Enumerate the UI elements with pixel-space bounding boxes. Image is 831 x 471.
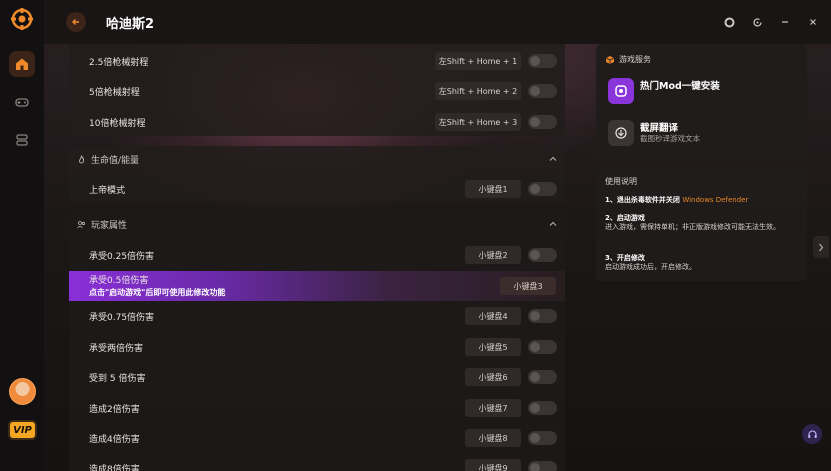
toggle-switch[interactable] (528, 340, 557, 354)
usage-hint: 点击"启动游戏"后即可使用此修改功能 (89, 288, 226, 297)
toggle-switch[interactable] (528, 84, 557, 98)
table-row: 造成8倍伤害 小键盘9 (69, 453, 565, 471)
headset-icon (807, 429, 817, 438)
mod-icon (608, 78, 634, 104)
usage-guide-card: 使用说明 1、退出杀毒软件并关闭 Windows Defender 2、启动游戏… (596, 167, 807, 281)
group-title: 玩家属性 (91, 220, 128, 231)
group-header[interactable]: 玩家属性 (69, 213, 565, 235)
group-title: 生命值/能量 (91, 155, 140, 166)
gamepad-icon (15, 98, 29, 107)
hotkey-badge[interactable]: 小键盘2 (465, 246, 521, 264)
header: 哈迪斯2 (44, 0, 831, 44)
minimize-icon (782, 21, 788, 23)
support-button[interactable] (802, 424, 822, 444)
circle-icon (724, 17, 734, 27)
table-row: 5倍枪械射程 左Shift + Home + 2 (69, 76, 565, 106)
chevron-right-icon (819, 243, 824, 251)
hotkey-badge[interactable]: 小键盘3 (500, 277, 556, 295)
refresh-button[interactable] (749, 14, 765, 30)
refresh-icon (752, 17, 762, 26)
hotkey-badge[interactable]: 小键盘4 (465, 307, 521, 325)
toggle-switch[interactable] (528, 431, 557, 445)
weapon-range-group: 2.5倍枪械射程 左Shift + Home + 1 5倍枪械射程 左Shift… (69, 44, 565, 136)
sidebar: VIP (0, 0, 44, 471)
guide-step-2: 2、启动游戏 进入游戏，需保持单机；非正版游戏修改可能无法生效。 (605, 214, 780, 231)
avatar[interactable] (9, 378, 36, 405)
app-logo-icon (11, 8, 33, 30)
page-title: 哈迪斯2 (106, 17, 155, 32)
minimize-button[interactable] (777, 14, 793, 30)
arrow-left-icon (72, 19, 79, 25)
table-row: 10倍枪械射程 左Shift + Home + 3 (69, 107, 565, 137)
player-attributes-group: 玩家属性 承受0.25倍伤害 小键盘2 承受0.5倍伤害 点击"启动游戏"后即可… (69, 210, 565, 471)
chevron-up-icon[interactable] (549, 155, 557, 165)
mod-install-service[interactable]: 热门Mod一键安装 (608, 78, 798, 106)
record-button[interactable] (721, 14, 737, 30)
mod-list-panel: 2.5倍枪械射程 左Shift + Home + 1 5倍枪械射程 左Shift… (69, 44, 565, 471)
hotkey-badge[interactable]: 小键盘5 (465, 338, 521, 356)
hotkey-badge[interactable]: 小键盘6 (465, 368, 521, 386)
toggle-switch[interactable] (528, 370, 557, 384)
guide-step-3: 3、开启修改 启动游戏成功后，开启修改。 (605, 254, 696, 271)
table-row: 上帝模式 小键盘1 (69, 174, 565, 204)
toggle-switch[interactable] (528, 248, 557, 262)
toggle-switch[interactable] (528, 115, 557, 129)
hotkey-badge[interactable]: 小键盘9 (465, 459, 521, 471)
table-row: 承受0.25倍伤害 小键盘2 (69, 240, 565, 270)
table-row: 受到 5 倍伤害 小键盘6 (69, 362, 565, 392)
table-row: 造成4倍伤害 小键盘8 (69, 423, 565, 453)
toggle-switch[interactable] (528, 461, 557, 471)
users-icon (77, 219, 87, 229)
screenshot-translate-service[interactable]: 截屏翻译 截图秒译游戏文本 (608, 120, 798, 148)
hotkey-badge[interactable]: 左Shift + Home + 1 (435, 52, 521, 70)
table-row: 2.5倍枪械射程 左Shift + Home + 1 (69, 46, 565, 76)
database-icon (16, 134, 28, 146)
hotkey-badge[interactable]: 小键盘8 (465, 429, 521, 447)
hotkey-badge[interactable]: 左Shift + Home + 2 (435, 82, 521, 100)
toggle-switch[interactable] (528, 401, 557, 415)
hotkey-badge[interactable]: 小键盘7 (465, 399, 521, 417)
table-row-disabled-notice: 承受0.5倍伤害 点击"启动游戏"后即可使用此修改功能 小键盘3 (69, 271, 565, 301)
close-icon (810, 19, 816, 25)
translate-icon (608, 120, 634, 146)
vip-badge[interactable]: VIP (8, 420, 37, 440)
hotkey-badge[interactable]: 左Shift + Home + 3 (435, 113, 521, 131)
guide-title: 使用说明 (605, 177, 637, 186)
hotkey-badge[interactable]: 小键盘1 (465, 180, 521, 198)
back-button[interactable] (66, 12, 86, 32)
toggle-switch[interactable] (528, 182, 557, 196)
game-services-card: 游戏服务 热门Mod一键安装 截屏翻译 截图秒译游戏文本 (596, 44, 807, 159)
chevron-up-icon[interactable] (549, 220, 557, 230)
cube-icon (605, 55, 615, 64)
group-header[interactable]: 生命值/能量 (69, 148, 565, 170)
services-title: 游戏服务 (605, 54, 651, 65)
nav-storage-button[interactable] (9, 127, 35, 153)
toggle-switch[interactable] (528, 54, 557, 68)
guide-step-1: 1、退出杀毒软件并关闭 Windows Defender (605, 196, 749, 204)
flame-icon (77, 154, 87, 164)
toggle-switch[interactable] (528, 309, 557, 323)
close-button[interactable] (805, 14, 821, 30)
table-row: 承受0.75倍伤害 小键盘4 (69, 301, 565, 331)
table-row: 造成2倍伤害 小键盘7 (69, 393, 565, 423)
windows-defender-link: Windows Defender (682, 196, 749, 204)
window-controls (721, 14, 821, 30)
table-row: 承受两倍伤害 小键盘5 (69, 332, 565, 362)
home-icon (16, 58, 28, 70)
health-group: 生命值/能量 上帝模式 小键盘1 (69, 146, 565, 202)
nav-games-button[interactable] (9, 89, 35, 115)
expand-panel-button[interactable] (813, 236, 829, 258)
nav-home-button[interactable] (9, 51, 35, 77)
